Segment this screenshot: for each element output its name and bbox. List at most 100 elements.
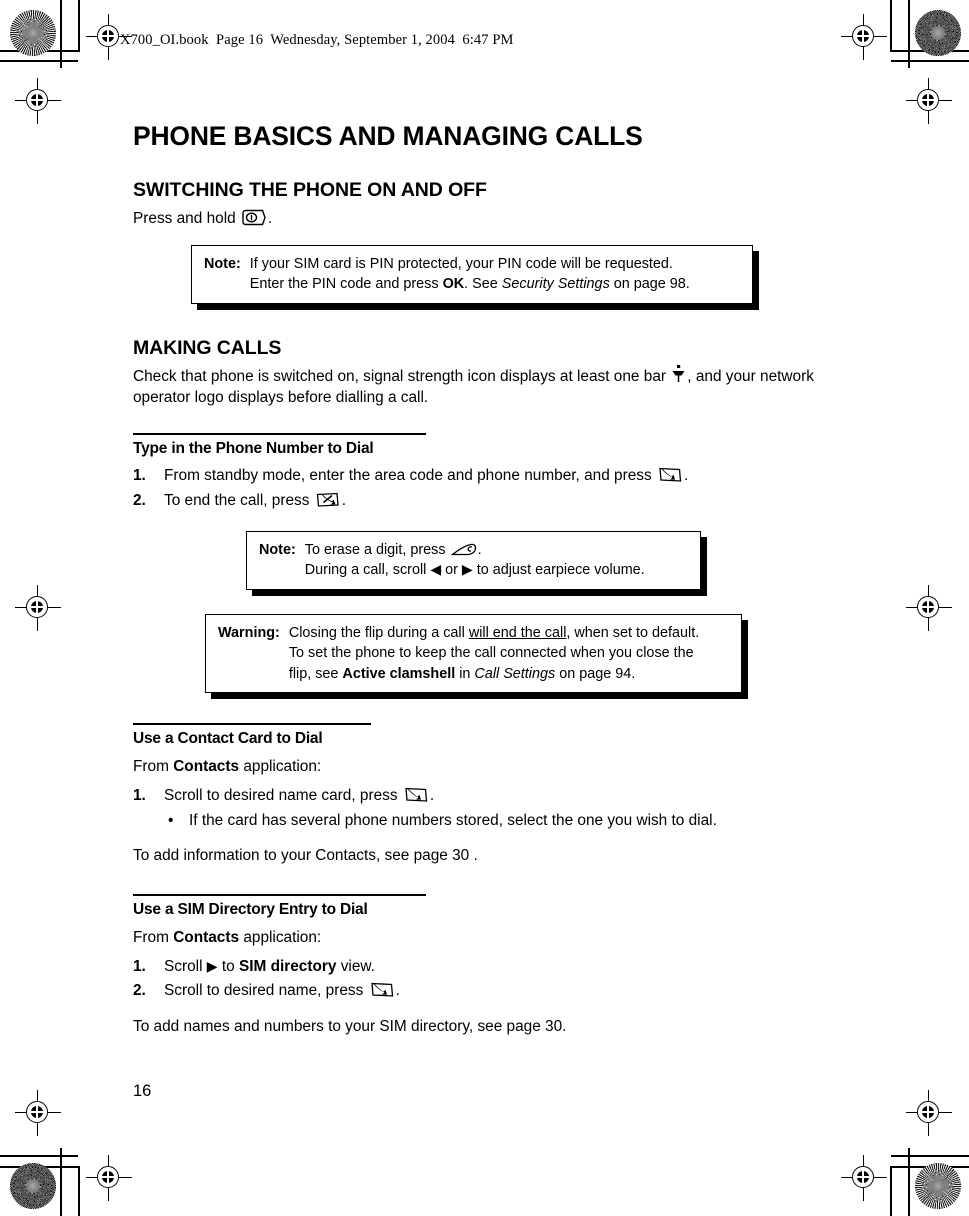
trim-line-bottom-right-v2: [890, 1166, 892, 1216]
note-callout-2-wrapper: Note: To erase a digit, press . During a…: [246, 530, 707, 596]
trim-line-bottom-left-v2: [78, 1166, 80, 1216]
registration-target-bottom-right-a: [906, 1090, 952, 1136]
trim-line-top-right-h: [891, 60, 969, 62]
note-callout-1-wrapper: Note: If your SIM card is PIN protected,…: [191, 244, 759, 310]
page-title: PHONE BASICS AND MANAGING CALLS: [133, 121, 643, 151]
sim-directory-from-line: From Contacts application:: [133, 927, 823, 948]
warning-l3-c: in: [455, 665, 475, 682]
step-number: 2.: [133, 982, 146, 1000]
note-2-l2-c: to adjust earpiece volume.: [472, 562, 645, 579]
list-item: 1. Scroll to desired name card, press .: [133, 785, 823, 806]
note-callout-2-text: To erase a digit, press . During a call,…: [304, 539, 646, 582]
contact-card-sub-bullets: • If the card has several phone numbers s…: [133, 810, 823, 831]
section-heading-making-calls-text: MAKING CALLS: [133, 336, 282, 359]
note-callout-1-label: Note:: [204, 255, 241, 272]
power-key-icon: [241, 209, 267, 226]
send-call-key-icon: [403, 786, 429, 803]
scroll-right-icon: ▶: [206, 958, 218, 975]
send-call-key-icon: [657, 466, 683, 483]
warning-line1: Closing the flip during a call will end …: [289, 623, 699, 643]
trim-line-bottom-right-v: [908, 1148, 910, 1216]
registration-target-bottom-left-a: [15, 1090, 61, 1136]
trim-line-bottom-right-h: [891, 1155, 969, 1157]
color-registration-patch-bottom-left: [10, 1163, 56, 1209]
scroll-right-icon: ▶: [461, 561, 473, 578]
warning-callout-wrapper: Warning: Closing the flip during a call …: [205, 613, 748, 700]
list-item: 1. Scroll ▶ to SIM directory view.: [133, 956, 823, 977]
sim-directory-steps: 1. Scroll ▶ to SIM directory view. 2. Scro…: [133, 956, 823, 1002]
warning-call-settings-ref: Call Settings: [474, 665, 556, 682]
step-number: 1.: [133, 958, 146, 976]
note-callout-2-line1: To erase a digit, press .: [305, 540, 645, 560]
subsection-contact-card-block: Use a Contact Card to Dial From Contacts…: [133, 723, 823, 866]
list-item: 2. Scroll to desired name, press .: [133, 980, 823, 1001]
warning-callout: Warning: Closing the flip during a call …: [205, 613, 742, 694]
contacts-app-name: Contacts: [173, 928, 240, 946]
bullet-mark: •: [168, 811, 174, 829]
contacts-app-name: Contacts: [173, 758, 240, 776]
color-registration-patch-top-left: [10, 10, 56, 56]
sim-step-2-post: .: [395, 982, 400, 1000]
warning-line2: To set the phone to keep the call connec…: [288, 645, 694, 662]
list-item: • If the card has several phone numbers s…: [133, 810, 823, 831]
color-registration-patch-bottom-right: [915, 1163, 961, 1209]
trim-line-top-left-v2: [78, 0, 80, 50]
making-calls-paragraph: Check that phone is switched on, signal …: [133, 365, 823, 409]
warning-l3-e: on page 94.: [555, 665, 636, 682]
trim-line-top-left-h: [0, 60, 78, 62]
trim-line-top-left-v: [60, 0, 62, 68]
registration-target-bottom-right-b: [841, 1155, 887, 1201]
sim-step-1-b: to: [217, 958, 239, 976]
color-registration-patch-top-right: [915, 10, 961, 56]
warning-active-clamshell-ref: Active clamshell: [342, 665, 456, 682]
sim-directory-view-name: SIM directory: [238, 958, 337, 976]
note-callout-1: Note: If your SIM card is PIN protected,…: [191, 244, 753, 304]
registration-target-left-middle: [15, 585, 61, 631]
warning-l1-c: , when set to default.: [566, 624, 700, 641]
note-callout-2-label: Note:: [259, 541, 296, 558]
page-number: 16: [133, 1082, 152, 1100]
registration-target-right-middle: [906, 585, 952, 631]
note-callout-1-line1: If your SIM card is PIN protected, your …: [249, 255, 673, 272]
contact-bullet-text: If the card has several phone numbers st…: [189, 811, 717, 829]
subsection-rule-sim-directory: [133, 894, 426, 897]
subsection-rule-contact-card: [133, 723, 371, 726]
warning-callout-text: Closing the flip during a call will end …: [288, 622, 700, 685]
printed-page: X700_OI.book Page 16 Wednesday, Septembe…: [0, 0, 969, 1216]
switching-phone-instruction-pre: Press and hold: [133, 209, 240, 227]
sim-from-pre: From: [133, 928, 174, 946]
sim-from-post: application:: [239, 928, 322, 946]
trim-line-top-right-v: [908, 0, 910, 68]
clear-key-icon: [450, 542, 477, 557]
registration-target-top-left-b: [15, 78, 61, 124]
step-2-pre: To end the call, press: [164, 491, 314, 509]
list-item: 2. To end the call, press .: [133, 490, 823, 511]
note-2-l1-pre: To erase a digit, press: [304, 541, 450, 558]
trim-line-bottom-left-h: [0, 1155, 78, 1157]
step-1-pre: From standby mode, enter the area code a…: [164, 467, 656, 485]
print-header-slug: X700_OI.book Page 16 Wednesday, Septembe…: [120, 32, 514, 48]
note-1-l2-e: on page 98.: [609, 276, 690, 293]
sim-step-2-pre: Scroll to desired name, press: [164, 982, 368, 1000]
note-2-l2-b: or: [441, 562, 462, 579]
note-2-l2-a: During a call, scroll: [304, 562, 431, 579]
note-callout-1-line2: Enter the PIN code and press OK. See Sec…: [250, 274, 690, 294]
note-callout-1-text: If your SIM card is PIN protected, your …: [249, 253, 691, 296]
sim-step-1-d: view.: [336, 958, 375, 976]
registration-target-top-right-b: [906, 78, 952, 124]
type-number-steps: 1. From standby mode, enter the area code…: [133, 465, 823, 511]
subsection-rule-type-number: [133, 432, 426, 435]
trim-line-top-right-v2: [890, 0, 892, 50]
send-call-key-icon: [369, 981, 395, 998]
note-1-ok-label: OK: [442, 276, 465, 293]
warning-l3-a: flip, see: [288, 665, 343, 682]
registration-target-top-right-a: [841, 14, 887, 60]
contact-from-post: application:: [239, 758, 322, 776]
step-2-post: .: [341, 491, 346, 509]
subsection-heading-sim-directory: Use a SIM Directory Entry to Dial: [133, 901, 368, 919]
note-2-l1-post: .: [477, 541, 482, 558]
note-callout-2: Note: To erase a digit, press . During a…: [246, 530, 701, 590]
switching-phone-instruction-post: .: [267, 209, 273, 227]
list-item: 1. From standby mode, enter the area code…: [133, 465, 823, 486]
note-callout-2-line2: During a call, scroll ◀ or ▶ to adjust e…: [305, 560, 645, 580]
